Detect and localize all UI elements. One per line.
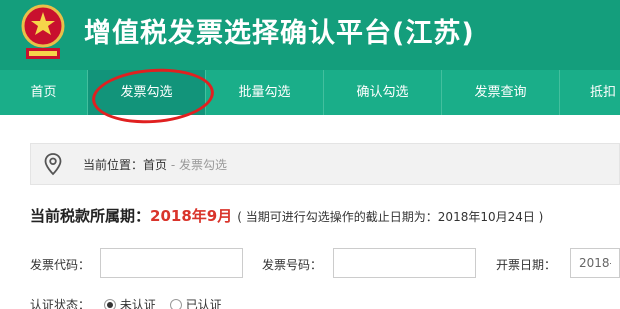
- location-pin-icon: [44, 153, 62, 176]
- invoice-number-label: 发票号码：: [262, 258, 323, 272]
- tax-period-value: 2018年9月: [150, 207, 233, 225]
- breadcrumb-text: 当前位置：首页 - 发票勾选: [83, 156, 227, 173]
- auth-status-unverified-radio[interactable]: [103, 299, 116, 309]
- breadcrumb-prefix: 当前位置：: [83, 158, 144, 172]
- app-header: 增值税发票选择确认平台(江苏): [0, 0, 620, 70]
- invoice-code-input[interactable]: [100, 248, 243, 278]
- auth-status-label: 认证状态：: [30, 298, 91, 309]
- invoice-number-input[interactable]: [333, 248, 476, 278]
- auth-status-verified-radio[interactable]: [169, 299, 182, 309]
- invoice-date-label: 开票日期：: [496, 258, 557, 272]
- tax-period-deadline-note: ( 当期可进行勾选操作的截止日期为：2018年10月24日 ): [237, 210, 544, 224]
- nav-item-home[interactable]: 首页: [0, 70, 88, 115]
- auth-status-unverified-label: 未认证: [119, 298, 156, 309]
- nav-item-batch-select[interactable]: 批量勾选: [206, 70, 324, 115]
- breadcrumb-separator: -: [167, 158, 179, 172]
- page-title: 增值税发票选择确认平台(江苏): [84, 18, 475, 49]
- invoice-date-input[interactable]: [570, 248, 620, 278]
- breadcrumb: 当前位置：首页 - 发票勾选: [30, 143, 620, 185]
- tax-period-label: 当前税款所属期：: [30, 207, 151, 225]
- auth-status-row: 认证状态： 未认证 已认证: [30, 296, 222, 309]
- breadcrumb-current: 发票勾选: [179, 158, 228, 172]
- tax-emblem-icon: [21, 4, 65, 59]
- nav-item-confirm-select[interactable]: 确认勾选: [324, 70, 442, 115]
- invoice-code-label: 发票代码：: [30, 258, 91, 272]
- breadcrumb-home-link[interactable]: 首页: [143, 158, 167, 172]
- nav-item-deduction[interactable]: 抵扣: [560, 70, 620, 115]
- tax-period: 当前税款所属期：2018年9月 ( 当期可进行勾选操作的截止日期为：2018年1…: [30, 205, 543, 226]
- auth-status-verified-label: 已认证: [185, 298, 222, 309]
- nav-item-invoice-query[interactable]: 发票查询: [442, 70, 560, 115]
